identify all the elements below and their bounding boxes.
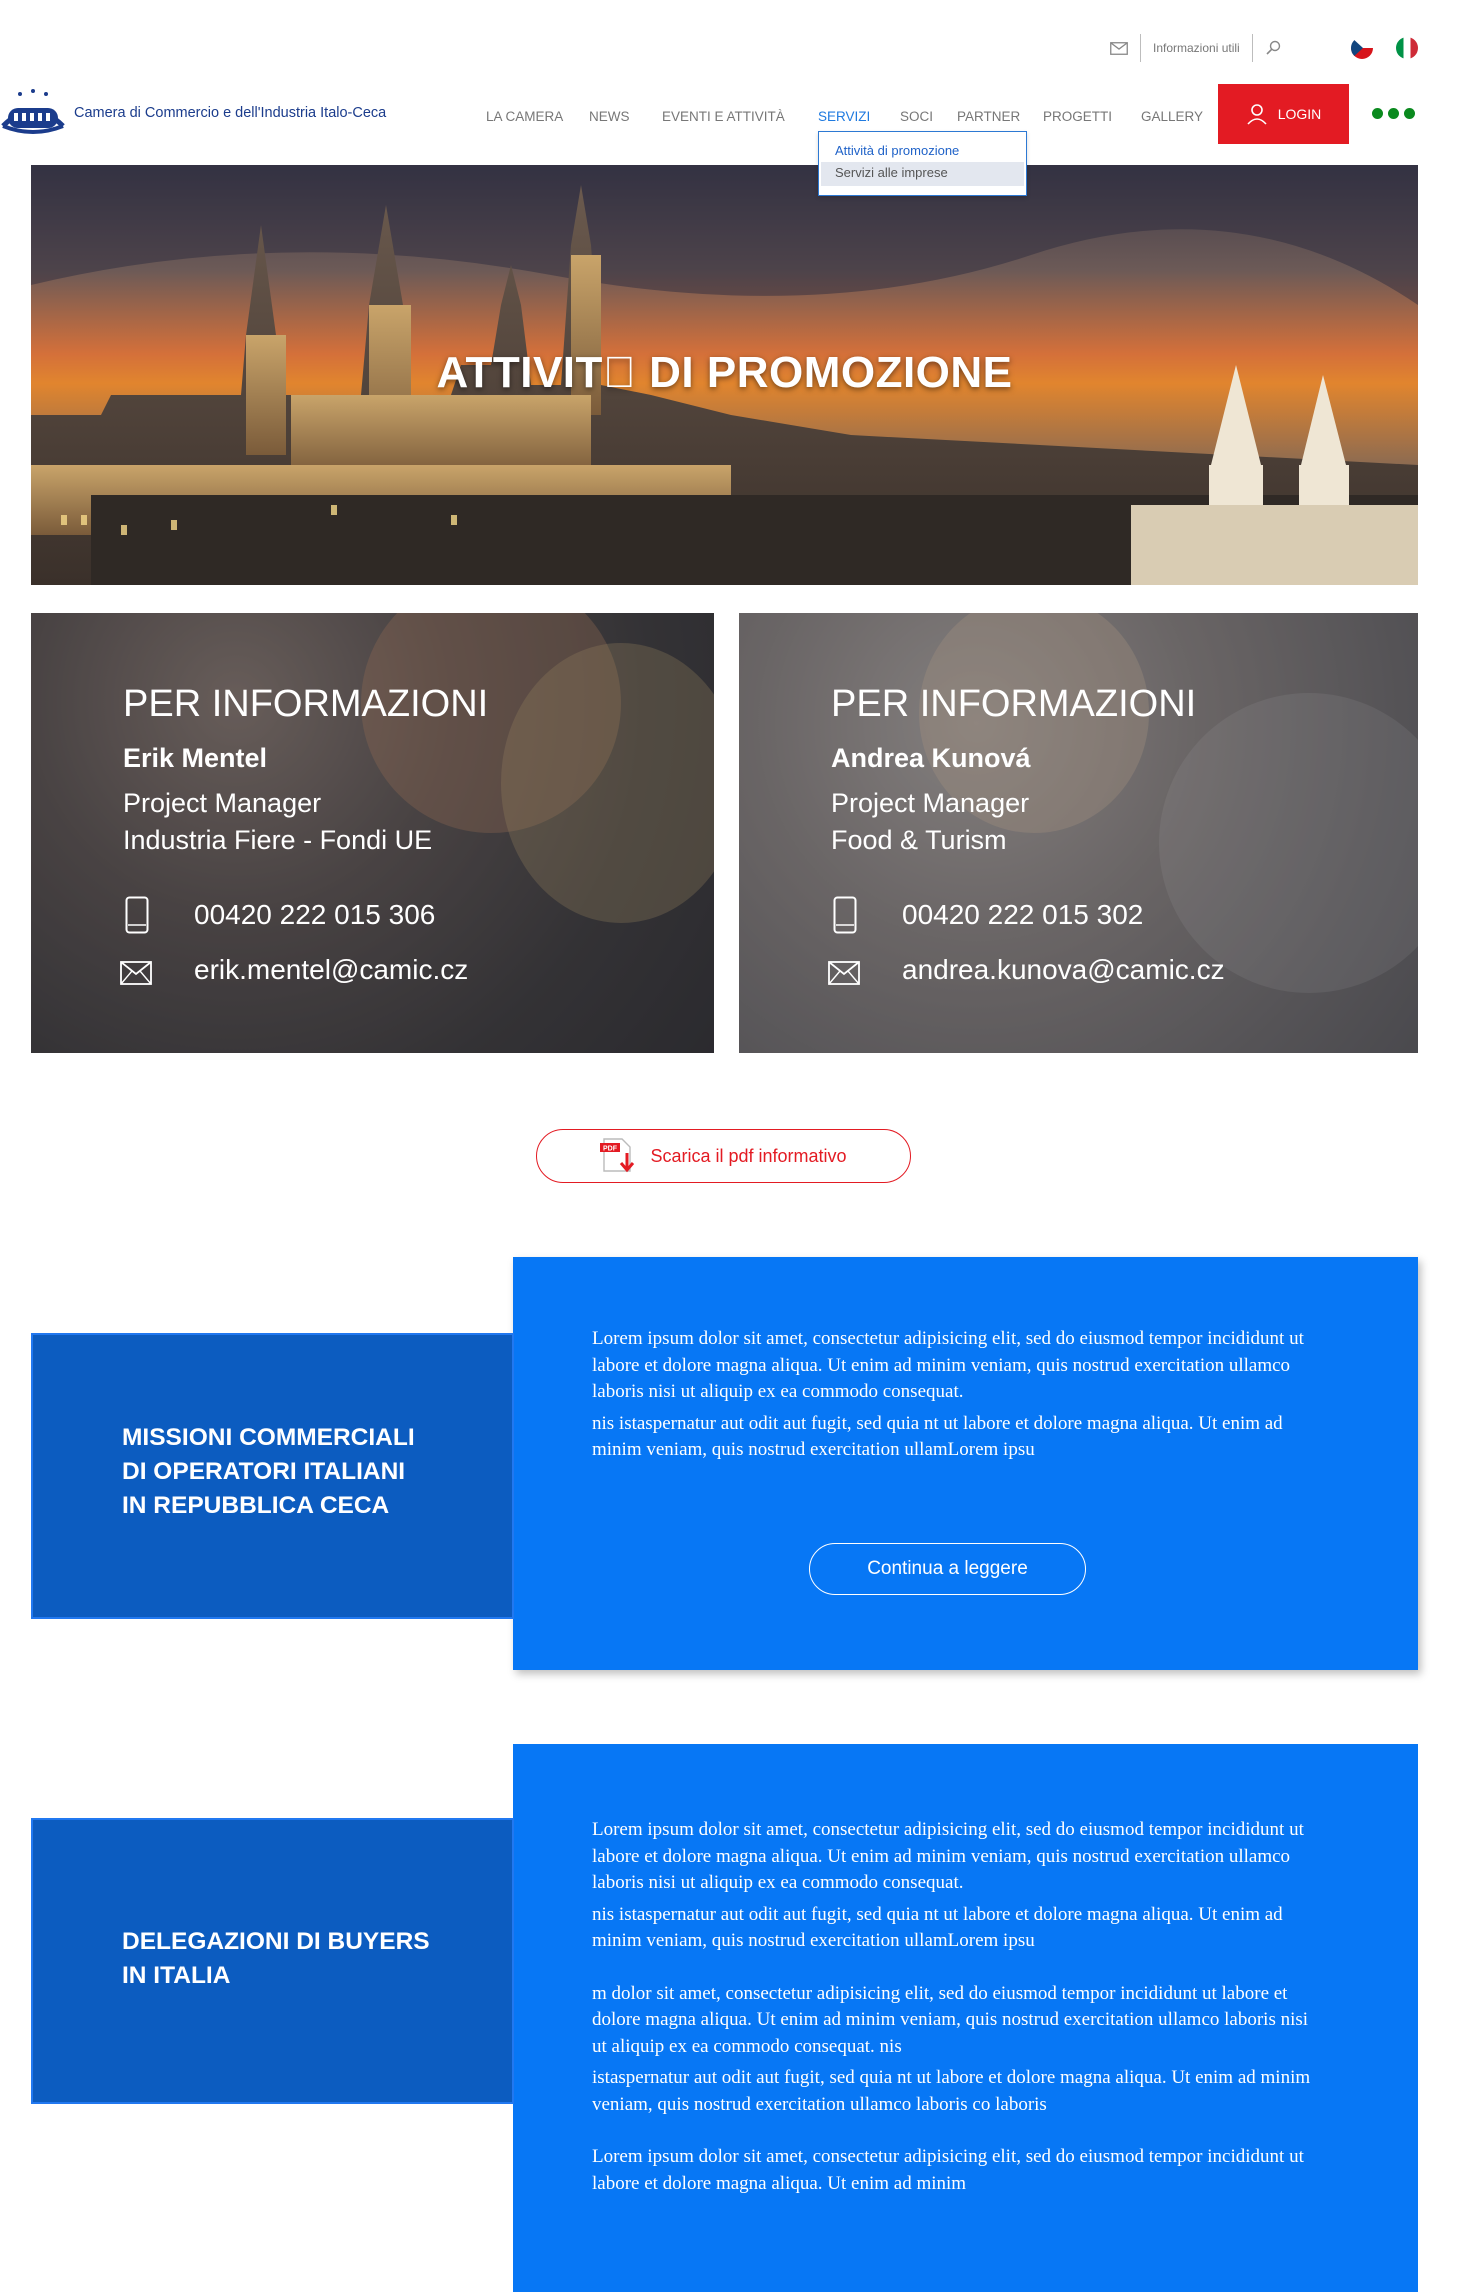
nav-eventi-attivita[interactable]: EVENTI E ATTIVITÀ [662,84,785,150]
useful-info-link[interactable]: Informazioni utili [1153,34,1240,62]
section-title-line: DELEGAZIONI DI BUYERS [122,1928,430,1955]
contact-card-erik: PER INFORMAZIONI Erik Mentel Project Man… [31,613,714,1053]
svg-text:PDF: PDF [603,1146,618,1153]
hero-banner: ATTIVIT  DI PROMOZIONE [31,165,1418,585]
hero-title: ATTIVIT  DI PROMOZIONE [436,348,1013,397]
dropdown-item-servizi-imprese[interactable]: Servizi alle imprese [835,165,948,180]
pdf-download-icon: PDF [600,1138,635,1173]
download-pdf-label: Scarica il pdf informativo [650,1145,847,1166]
contact-phone[interactable]: 00420 222 015 302 [902,899,1143,931]
contact-name: Andrea Kunová [831,743,1031,773]
paragraph: nis istaspernatur aut odit aut fugit, se… [592,1903,1283,1952]
section-text: Lorem ipsum dolor sit amet, consectetur … [592,1817,1312,2202]
contact-email[interactable]: andrea.kunova@camic.cz [902,954,1225,986]
paragraph: nis istaspernatur aut odit aut fugit, se… [592,1412,1283,1461]
contact-card-andrea: PER INFORMAZIONI Andrea Kunová Project M… [739,613,1418,1053]
section-title: DELEGAZIONI DI BUYERS IN ITALIA [122,1925,430,1993]
divider [1140,34,1141,62]
contact-role: Project Manager [831,788,1030,818]
contact-phone[interactable]: 00420 222 015 306 [194,899,435,931]
card-title: PER INFORMAZIONI [831,683,1197,725]
paragraph: istaspernatur aut odit aut fugit, sed qu… [592,2067,1311,2115]
contact-email[interactable]: erik.mentel@camic.cz [194,954,468,986]
section-title: MISSIONI COMMERCIALI DI OPERATORI ITALIA… [122,1421,415,1523]
login-label: LOGIN [1277,106,1322,122]
phone-icon [125,896,149,934]
mail-icon [120,961,152,985]
contact-name: Erik Mentel [123,743,268,773]
more-menu-icon[interactable] [1372,108,1415,119]
logo-icon[interactable] [0,86,66,144]
user-icon [1247,104,1267,125]
cz-flag-icon[interactable] [1351,37,1373,59]
section-title-line: DI OPERATORI ITALIANI [122,1458,406,1485]
nav-gallery[interactable]: GALLERY [1141,84,1203,150]
login-button[interactable]: LOGIN [1218,84,1349,144]
section-title-line: MISSIONI COMMERCIALI [122,1424,415,1451]
section-delegazioni-body: Lorem ipsum dolor sit amet, consectetur … [513,1744,1418,2292]
nav-news[interactable]: NEWS [589,84,630,150]
mail-icon[interactable] [1110,34,1128,62]
read-more-button[interactable]: Continua a leggere [809,1543,1086,1595]
section-delegazioni-label: DELEGAZIONI DI BUYERS IN ITALIA [31,1818,514,2104]
servizi-dropdown: Attività di promozione Servizi alle impr… [818,131,1027,196]
paragraph: Lorem ipsum dolor sit amet, consectetur … [592,1819,1304,1893]
nav-la-camera[interactable]: LA CAMERA [486,84,563,150]
download-pdf-button[interactable]: PDF Scarica il pdf informativo [536,1129,911,1183]
brand-name[interactable]: Camera di Commercio e dell'Industria Ita… [74,105,386,121]
paragraph: m dolor sit amet, consectetur adipisicin… [592,1982,1309,2057]
utility-bar: Informazioni utili [1110,34,1281,62]
contact-role: Project Manager [123,788,322,818]
dropdown-item-promozione[interactable]: Attività di promozione [835,143,959,158]
section-missioni-label: MISSIONI COMMERCIALI DI OPERATORI ITALIA… [31,1333,514,1619]
paragraph: Lorem ipsum dolor sit amet, consectetur … [592,2146,1304,2194]
section-title-line: IN ITALIA [122,1962,231,1989]
contact-area: Industria Fiere - Fondi UE [123,825,433,855]
mail-icon [828,961,860,985]
section-title-line: IN REPUBBLICA CECA [122,1492,390,1519]
search-icon[interactable] [1265,34,1281,62]
it-flag-icon[interactable] [1396,37,1418,59]
card-title: PER INFORMAZIONI [123,683,489,725]
divider [1251,34,1253,62]
phone-icon [833,896,857,934]
nav-progetti[interactable]: PROGETTI [1043,84,1112,150]
contact-area: Food & Turism [831,825,1007,855]
section-missioni-body: Lorem ipsum dolor sit amet, consectetur … [513,1257,1418,1670]
paragraph: Lorem ipsum dolor sit amet, consectetur … [592,1328,1304,1402]
section-text: Lorem ipsum dolor sit amet, consectetur … [592,1326,1312,1469]
